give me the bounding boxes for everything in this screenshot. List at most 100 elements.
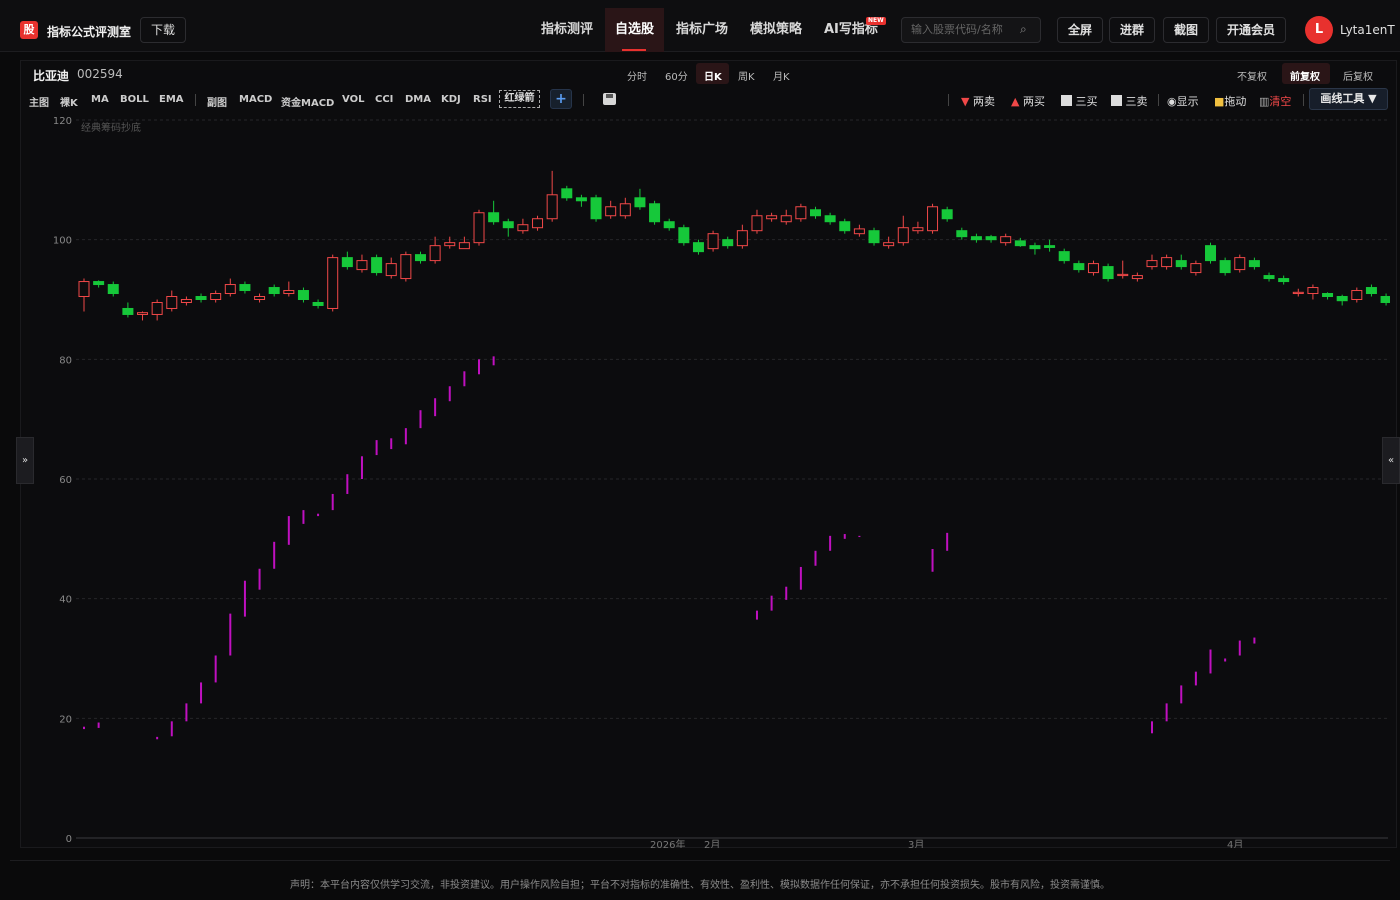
tb-boll[interactable]: BOLL — [120, 94, 149, 105]
screenshot-button[interactable]: 截图 — [1163, 17, 1210, 43]
mark-three-buy[interactable]: 三买 — [1061, 93, 1098, 109]
candle-body — [795, 206, 807, 220]
stock-name: 比亚迪 — [33, 69, 70, 83]
candle-body — [575, 197, 587, 202]
tb-cci[interactable]: CCI — [375, 94, 393, 105]
x-tick-label: 2026年 — [650, 838, 685, 848]
tb-red-green-arrow[interactable]: 红绿箭 — [499, 90, 540, 108]
y-tick-label: 100 — [53, 236, 72, 247]
nav-item-indicator-review[interactable]: 指标测评 — [541, 16, 593, 44]
period-weekly[interactable]: 周K — [738, 68, 755, 83]
x-tick-label: 3月 — [908, 839, 924, 848]
y-tick-label: 120 — [53, 116, 72, 127]
candle-body — [122, 307, 134, 315]
tb-kdj[interactable]: KDJ — [441, 94, 461, 105]
y-tick-label: 0 — [66, 834, 72, 845]
expand-left-icon[interactable]: » — [16, 437, 34, 484]
candle-body — [663, 221, 675, 229]
candle-body — [605, 206, 617, 217]
nav-item-indicator-square[interactable]: 指标广场 — [676, 16, 728, 44]
stock-code: 002594 — [77, 67, 123, 81]
candle-body — [1014, 240, 1026, 247]
username[interactable]: Lyta1enT — [1340, 23, 1395, 37]
candle-body — [546, 194, 558, 220]
candle-body — [649, 203, 661, 223]
tb-ema[interactable]: EMA — [159, 94, 184, 105]
up-triangle-icon: ▲ — [1011, 95, 1020, 108]
candle-body — [502, 221, 514, 229]
candle-body — [561, 188, 573, 199]
tb-dma[interactable]: DMA — [405, 94, 431, 105]
mark-two-buy[interactable]: ▲ 两买 — [1011, 93, 1045, 109]
clear-button[interactable]: ▥清空 — [1259, 93, 1291, 109]
nav-item-sim-strategy[interactable]: 模拟策略 — [750, 16, 802, 44]
candle-body — [1205, 245, 1217, 262]
tb-ma[interactable]: MA — [91, 94, 109, 105]
tb-naked-k[interactable]: 裸K — [60, 94, 78, 109]
download-button[interactable]: 下载 — [140, 17, 187, 43]
candle-body — [1117, 273, 1129, 277]
add-indicator-button[interactable]: + — [550, 89, 572, 109]
candle-body — [912, 227, 924, 232]
candle-body — [1292, 291, 1304, 295]
kline-chart[interactable]: 0 20 40 60 80 100 120 经典筹码抄底 2026年 2月 3月 4月 — [20, 112, 1390, 848]
clear-label: 清空 — [1269, 95, 1292, 108]
avatar[interactable]: L — [1305, 16, 1333, 44]
adjust-forward[interactable]: 前复权 — [1290, 68, 1320, 83]
period-60min[interactable]: 60分 — [665, 68, 688, 83]
membership-button[interactable]: 开通会员 — [1216, 17, 1287, 43]
candle-body — [839, 221, 851, 232]
period-minute[interactable]: 分时 — [627, 68, 647, 83]
tb-fund-macd[interactable]: 资金MACD — [281, 94, 334, 109]
candle-body — [927, 206, 939, 232]
candle-body — [254, 296, 266, 300]
candle-body — [312, 301, 324, 306]
period-monthly[interactable]: 月K — [773, 68, 790, 83]
candle-body — [692, 242, 704, 253]
candle-body — [722, 239, 734, 247]
tb-sub-chart[interactable]: 副图 — [207, 94, 227, 109]
mark-two-sell-label: 两卖 — [972, 95, 995, 108]
candle-body — [517, 224, 529, 232]
adjust-none[interactable]: 不复权 — [1237, 68, 1267, 83]
mark-three-sell[interactable]: 三卖 — [1111, 93, 1148, 109]
join-group-button[interactable]: 进群 — [1109, 17, 1156, 43]
candle-body — [1000, 236, 1012, 244]
adjust-backward[interactable]: 后复权 — [1343, 68, 1373, 83]
show-toggle[interactable]: ◉显示 — [1167, 93, 1199, 109]
tb-macd[interactable]: MACD — [239, 94, 272, 105]
drag-toggle[interactable]: ■拖动 — [1214, 93, 1246, 109]
candle-body — [1234, 257, 1246, 271]
candle-body — [444, 242, 456, 247]
search-icon[interactable]: ⌕ — [1020, 22, 1027, 37]
candle-body — [897, 227, 909, 244]
candle-body — [341, 257, 353, 268]
candle-body — [239, 284, 251, 292]
tb-rsi[interactable]: RSI — [473, 94, 492, 105]
candle-body — [210, 293, 222, 300]
tb-vol[interactable]: VOL — [342, 94, 364, 105]
mark-three-buy-label: 三买 — [1075, 95, 1098, 108]
candle-body — [297, 290, 309, 300]
eye-icon: ◉ — [1167, 95, 1177, 108]
fullscreen-button[interactable]: 全屏 — [1057, 17, 1104, 43]
save-icon[interactable] — [603, 93, 616, 105]
candle-body — [985, 236, 997, 241]
collapse-right-icon[interactable]: « — [1382, 437, 1400, 484]
draw-tools-dropdown[interactable]: 画线工具 ▼ — [1309, 88, 1388, 110]
period-daily[interactable]: 日K — [704, 68, 722, 83]
mark-two-sell[interactable]: ▼ 两卖 — [961, 93, 995, 109]
candle-body — [356, 260, 368, 271]
candle-body — [385, 263, 397, 277]
candle-body — [853, 228, 865, 235]
candle-body — [283, 290, 295, 295]
y-tick-label: 80 — [59, 355, 72, 366]
candle-body — [736, 230, 748, 247]
candle-body — [268, 287, 280, 295]
y-tick-label: 40 — [59, 595, 72, 606]
candle-body — [941, 209, 953, 220]
tb-main-chart[interactable]: 主图 — [29, 94, 49, 109]
candle-body — [824, 215, 836, 223]
nav-item-watchlist[interactable]: 自选股 — [615, 16, 654, 44]
line-icon — [1111, 95, 1122, 106]
